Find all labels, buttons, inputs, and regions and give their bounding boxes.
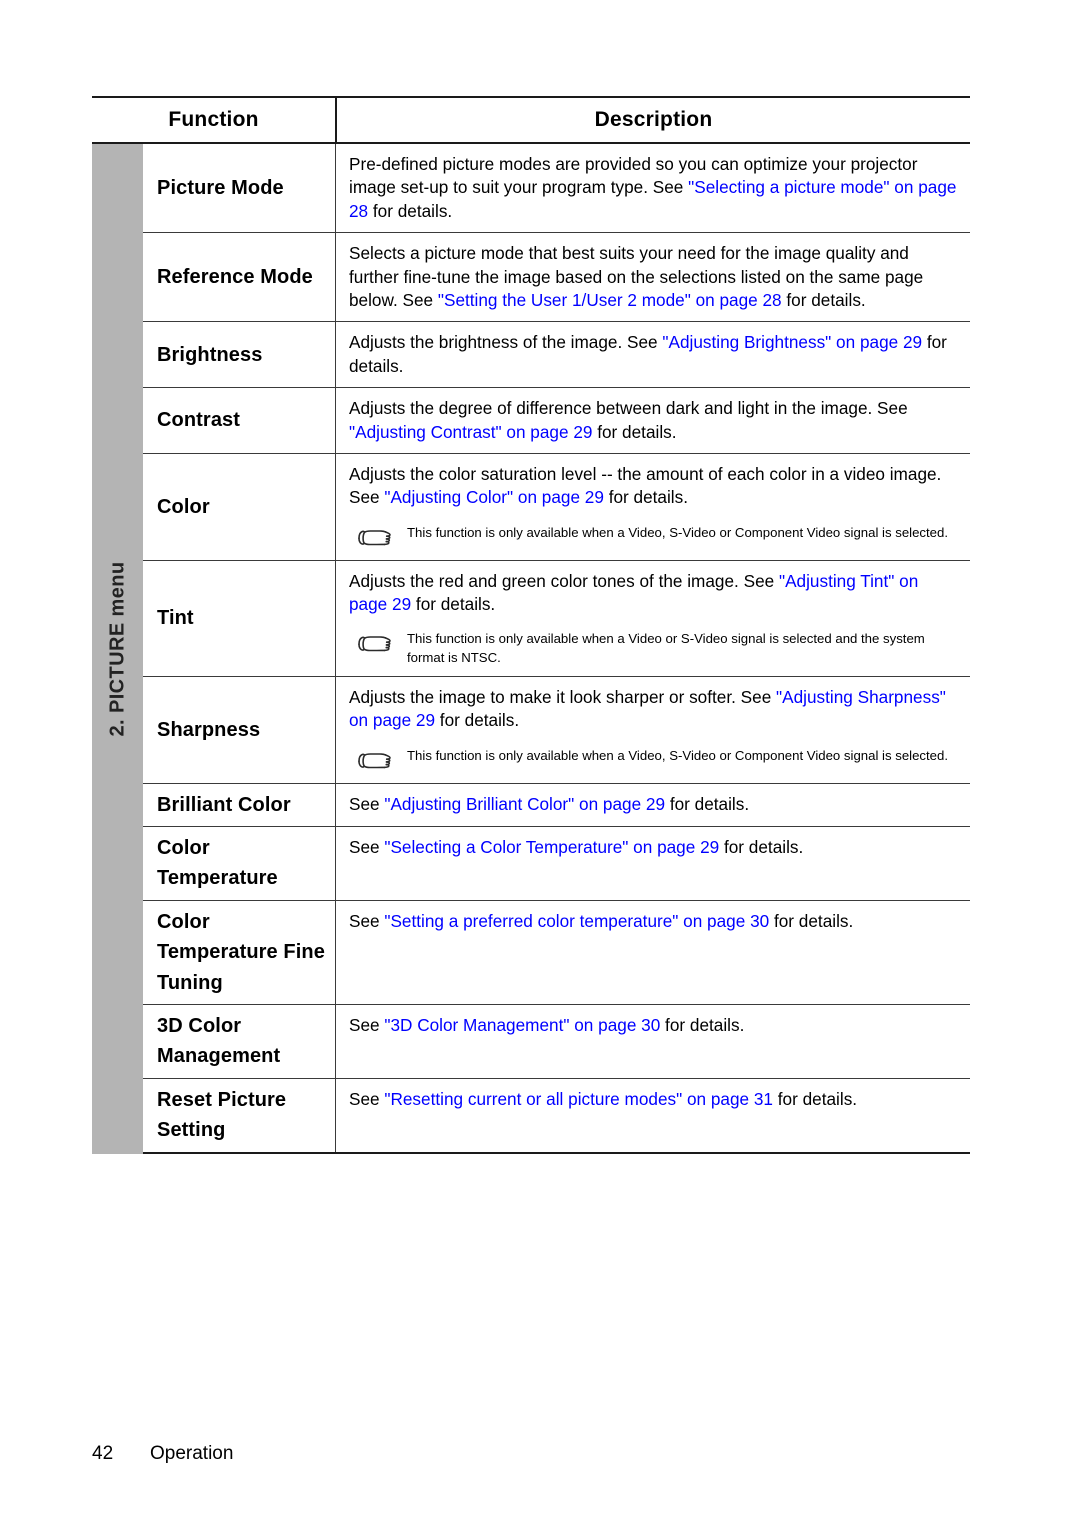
description-text: Adjusts the brightness of the image. See… [349, 331, 958, 378]
description-fragment: for details. [411, 594, 496, 615]
description-fragment: for details. [719, 837, 804, 858]
note-block: This function is only available when a V… [349, 746, 958, 774]
description-fragment: for details. [773, 1088, 858, 1109]
table-row: Brightness Adjusts the brightness of the … [143, 322, 970, 389]
note-text: This function is only available when a V… [407, 524, 949, 540]
description-fragment: See [349, 793, 385, 814]
function-name-cell: Reset Picture Setting [157, 1088, 287, 1142]
footer-page-number: 42 [92, 1443, 114, 1464]
cross-reference-link[interactable]: "Adjusting Color" on page 29 [384, 487, 604, 507]
description-fragment: for details. [603, 487, 688, 508]
description-fragment: for details. [781, 289, 866, 310]
description-fragment: Adjusts the brightness of the image. See [349, 332, 663, 353]
description-cell: See "3D Color Management" on page 30 for… [335, 1005, 970, 1078]
description-cell: See "Selecting a Color Temperature" on p… [335, 827, 970, 900]
cross-reference-link[interactable]: "Resetting current or all picture modes"… [384, 1089, 773, 1109]
description-text: Pre-defined picture modes are provided s… [349, 153, 958, 223]
description-fragment: for details. [368, 200, 453, 221]
table-row: Color Adjusts the color saturation level … [143, 453, 970, 561]
note-text: This function is only available when a V… [407, 631, 925, 665]
description-fragment: See [349, 910, 385, 931]
description-text: Selects a picture mode that best suits y… [349, 242, 958, 312]
function-name-cell: Color Temperature [157, 837, 278, 890]
cross-reference-link[interactable]: "3D Color Management" on page 30 [384, 1015, 660, 1035]
description-fragment: Adjusts the image to make it look sharpe… [349, 686, 777, 707]
note-text: This function is only available when a V… [407, 747, 949, 763]
table-row: Reference Mode Selects a picture mode tha… [143, 233, 970, 323]
cross-reference-link[interactable]: "Selecting a Color Temperature" on page … [384, 837, 719, 857]
description-cell: See "Adjusting Brilliant Color" on page … [335, 783, 970, 827]
cross-reference-link[interactable]: "Adjusting Brilliant Color" on page 29 [384, 794, 665, 814]
pointing-hand-icon [355, 523, 407, 551]
description-cell: Adjusts the brightness of the image. See… [335, 322, 970, 388]
function-name-cell: 3D Color Management [157, 1015, 281, 1068]
description-fragment: for details. [592, 421, 677, 442]
description-text: See "Setting a preferred color temperatu… [349, 910, 958, 933]
description-cell: Adjusts the degree of difference between… [335, 388, 970, 453]
description-fragment: See [349, 837, 385, 858]
picture-menu-table: Function Description 2. PICTURE menu Pic… [92, 96, 970, 1154]
description-cell: Adjusts the color saturation level -- th… [335, 453, 970, 560]
description-text: See "Resetting current or all picture mo… [349, 1088, 958, 1111]
description-text: See "3D Color Management" on page 30 for… [349, 1014, 958, 1037]
table-body: 2. PICTURE menu Picture Mode Pre-defined … [92, 144, 970, 1154]
menu-section-label: 2. PICTURE menu [106, 561, 128, 737]
cross-reference-link[interactable]: "Setting the User 1/User 2 mode" on page… [438, 290, 782, 310]
description-fragment: Adjusts the degree of difference between… [349, 398, 908, 419]
note-block: This function is only available when a V… [349, 523, 958, 551]
table-header-row: Function Description [92, 96, 970, 144]
table-row: Tint Adjusts the red and green color tone… [143, 560, 970, 677]
cross-reference-link[interactable]: "Adjusting Brightness" on page 29 [662, 332, 922, 352]
footer-section-name: Operation [150, 1443, 234, 1464]
description-cell: See "Setting a preferred color temperatu… [335, 900, 970, 1005]
description-cell: See "Resetting current or all picture mo… [335, 1078, 970, 1152]
cross-reference-link[interactable]: "Adjusting Contrast" on page 29 [349, 422, 592, 442]
table-row: Contrast Adjusts the degree of difference… [143, 388, 970, 454]
description-text: See "Adjusting Brilliant Color" on page … [349, 793, 958, 816]
description-fragment: for details. [435, 710, 520, 731]
function-name-cell: Brilliant Color [157, 793, 291, 816]
description-fragment: for details. [769, 910, 854, 931]
description-cell: Adjusts the red and green color tones of… [335, 560, 970, 676]
function-name-cell: Sharpness [157, 718, 261, 741]
pointing-hand-icon [355, 629, 407, 657]
note-block: This function is only available when a V… [349, 629, 958, 666]
description-fragment: See [349, 1015, 385, 1036]
description-fragment: See [349, 1088, 385, 1109]
table-row: Color Temperature See "Selecting a Color … [143, 827, 970, 901]
description-fragment: Adjusts the red and green color tones of… [349, 570, 779, 591]
function-name-cell: Brightness [157, 343, 263, 366]
table-row: Sharpness Adjusts the image to make it lo… [143, 676, 970, 784]
description-cell: Pre-defined picture modes are provided s… [335, 144, 970, 233]
description-fragment: for details. [665, 793, 750, 814]
table-row: Brilliant Color See "Adjusting Brilliant … [143, 783, 970, 828]
document-page: Function Description 2. PICTURE menu Pic… [0, 0, 1080, 1529]
description-cell: Selects a picture mode that best suits y… [335, 233, 970, 322]
column-header-function: Function [168, 108, 259, 131]
page-footer: 42 Operation [92, 1443, 233, 1465]
description-text: Adjusts the red and green color tones of… [349, 570, 958, 617]
table-rows: Picture Mode Pre-defined picture modes ar… [143, 144, 970, 1154]
description-fragment: for details. [660, 1015, 745, 1036]
function-name-cell: Tint [157, 607, 194, 630]
table-row: Reset Picture Setting See "Resetting curr… [143, 1078, 970, 1152]
function-name-cell: Reference Mode [157, 266, 313, 289]
function-name-cell: Color Temperature Fine Tuning [157, 910, 325, 994]
pointing-hand-icon [355, 746, 407, 774]
function-name-cell: Contrast [157, 409, 241, 432]
function-name-cell: Picture Mode [157, 176, 284, 199]
column-header-description: Description [335, 98, 970, 142]
description-text: See "Selecting a Color Temperature" on p… [349, 836, 958, 859]
description-text: Adjusts the color saturation level -- th… [349, 463, 958, 510]
cross-reference-link[interactable]: "Setting a preferred color temperature" … [384, 911, 769, 931]
description-text: Adjusts the image to make it look sharpe… [349, 686, 958, 733]
description-cell: Adjusts the image to make it look sharpe… [335, 676, 970, 783]
table-row: Picture Mode Pre-defined picture modes ar… [143, 144, 970, 234]
table-row: 3D Color Management See "3D Color Managem… [143, 1005, 970, 1079]
description-text: Adjusts the degree of difference between… [349, 397, 958, 444]
menu-section-sidebar: 2. PICTURE menu [92, 144, 143, 1154]
table-row: Color Temperature Fine Tuning See "Settin… [143, 900, 970, 1006]
function-name-cell: Color [157, 495, 210, 518]
